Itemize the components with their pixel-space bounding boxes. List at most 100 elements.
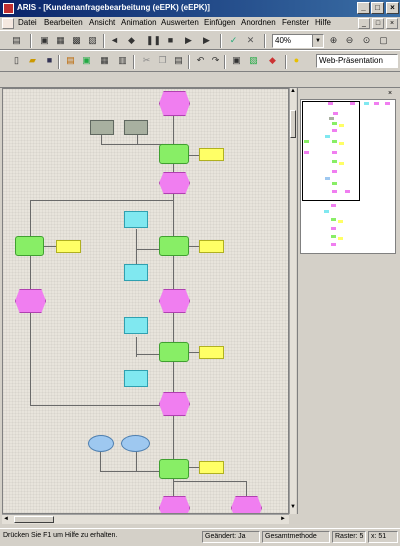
cancel-icon[interactable]: ✕ (244, 34, 257, 47)
org-unit-node[interactable] (199, 148, 224, 161)
animate-icon[interactable]: ◆ (125, 34, 138, 47)
vertical-scroll-thumb[interactable] (290, 110, 296, 138)
menu-anordnen[interactable]: Anordnen (241, 18, 276, 27)
menu-einfuegen[interactable]: Einfügen (204, 18, 236, 27)
scroll-down-icon[interactable]: ▼ (290, 504, 296, 510)
overview-pane: × (297, 88, 400, 514)
event-node[interactable] (159, 392, 190, 416)
menu-hilfe[interactable]: Hilfe (315, 18, 331, 27)
properties-icon[interactable]: ▤ (10, 34, 23, 47)
menu-datei[interactable]: Datei (18, 18, 37, 27)
scroll-right-icon[interactable]: ► (280, 516, 286, 522)
chevron-down-icon[interactable]: ▼ (312, 35, 323, 47)
status-coordinate: x: 51 (368, 531, 398, 543)
function-node[interactable] (159, 342, 189, 362)
title-bar[interactable]: ARIS - [Kundenanfragebearbeitung (eEPK) … (0, 0, 400, 17)
explorer-icon[interactable]: ▤ (64, 54, 77, 67)
play-icon[interactable]: ▶ (182, 34, 195, 47)
vertical-scrollbar[interactable]: ▲ ▼ (289, 88, 296, 514)
animate-back-icon[interactable]: ◄ (108, 34, 121, 47)
menu-bearbeiten[interactable]: Bearbeiten (44, 18, 83, 27)
info-object-node[interactable] (124, 211, 148, 228)
system-node[interactable] (90, 120, 114, 135)
event-node[interactable] (231, 496, 262, 513)
horizontal-scroll-thumb[interactable] (14, 516, 54, 523)
zoom-fit-icon[interactable]: ⊙ (360, 34, 373, 47)
model-icon[interactable]: ▣ (38, 34, 51, 47)
org-unit-node[interactable] (199, 346, 224, 359)
pause-icon[interactable]: ❚❚ (146, 34, 161, 47)
event-node[interactable] (15, 289, 46, 313)
print-icon[interactable]: ▦ (98, 54, 111, 67)
redo-icon[interactable]: ↷ (209, 54, 222, 67)
open-model-icon[interactable]: ▦ (54, 34, 67, 47)
step-icon[interactable]: ▶ (200, 34, 213, 47)
ellipse-node[interactable] (88, 435, 114, 452)
spell-icon[interactable]: ▥ (116, 54, 129, 67)
info-object-node[interactable] (124, 370, 148, 387)
print-preview-icon[interactable]: ▣ (80, 54, 93, 67)
doc-minimize-button[interactable]: _ (358, 18, 370, 29)
menu-fenster[interactable]: Fenster (282, 18, 309, 27)
overview-viewport[interactable] (302, 101, 360, 201)
copy-icon[interactable]: ❐ (156, 54, 169, 67)
zoom-in-icon[interactable]: ⊕ (327, 34, 340, 47)
aris-app-icon[interactable] (3, 3, 14, 14)
cut-icon[interactable]: ✂ (140, 54, 153, 67)
zoom-select[interactable]: 40% ▼ (272, 34, 324, 48)
overview-close-icon[interactable]: × (388, 90, 392, 97)
menu-auswerten[interactable]: Auswerten (161, 18, 199, 27)
menu-ansicht[interactable]: Ansicht (89, 18, 115, 27)
org-unit-node[interactable] (56, 240, 81, 253)
toolbar-animation: ▤ ▣ ▦ ▩ ▧ ◄ ◆ ❚❚ ■ ▶ ▶ ✓ ✕ 40% ▼ ⊕ ⊖ ⊙ ▢ (0, 30, 400, 50)
event-node[interactable] (159, 172, 190, 194)
info-object-node[interactable] (124, 317, 148, 334)
new-icon[interactable]: ▯ (10, 54, 23, 67)
ellipse-node[interactable] (121, 435, 150, 452)
stop-icon[interactable]: ■ (164, 34, 177, 47)
open-icon[interactable]: ▰ (26, 54, 39, 67)
function-node[interactable] (15, 236, 44, 256)
paste-icon[interactable]: ▤ (172, 54, 185, 67)
function-node[interactable] (159, 459, 189, 479)
model-properties-icon[interactable]: ▣ (230, 54, 243, 67)
undo-icon[interactable]: ↶ (194, 54, 207, 67)
zoom-out-icon[interactable]: ⊖ (343, 34, 356, 47)
object-icon[interactable]: ▧ (247, 54, 260, 67)
doc-restore-button[interactable]: □ (372, 18, 384, 29)
scroll-left-icon[interactable]: ◄ (3, 516, 9, 522)
web-presentation-field[interactable]: Web-Präsentation (316, 54, 398, 68)
doc-close-button[interactable]: × (386, 18, 398, 29)
close-button[interactable]: × (386, 2, 399, 14)
toolbar-empty-strip (0, 72, 400, 88)
zoom-page-icon[interactable]: ▢ (377, 34, 390, 47)
lightbulb-icon[interactable]: ● (290, 54, 303, 67)
layout-icon[interactable]: ▧ (86, 34, 99, 47)
scroll-up-icon[interactable]: ▲ (290, 88, 296, 94)
window-title: ARIS - [Kundenanfragebearbeitung (eEPK) … (17, 3, 210, 12)
event-node[interactable] (159, 289, 190, 313)
event-node[interactable] (159, 496, 190, 513)
document-icon[interactable] (2, 18, 14, 29)
status-grid: Raster: 5 (332, 531, 366, 543)
check-icon[interactable]: ✓ (227, 34, 240, 47)
system-node[interactable] (124, 120, 148, 135)
org-unit-node[interactable] (199, 240, 224, 253)
overview-map[interactable] (300, 99, 396, 254)
zoom-value: 40% (275, 36, 292, 45)
model-canvas[interactable] (2, 88, 289, 514)
function-node[interactable] (159, 144, 189, 164)
color-icon[interactable]: ◆ (266, 54, 279, 67)
function-node[interactable] (159, 236, 189, 256)
menu-animation[interactable]: Animation (121, 18, 157, 27)
info-object-node[interactable] (124, 264, 148, 281)
org-unit-node[interactable] (199, 461, 224, 474)
grid-icon[interactable]: ▩ (70, 34, 83, 47)
minimize-button[interactable]: _ (357, 2, 370, 14)
menu-bar: Datei Bearbeiten Ansicht Animation Auswe… (0, 17, 400, 30)
horizontal-scrollbar[interactable]: ◄ ► (2, 514, 289, 524)
maximize-button[interactable]: □ (371, 2, 384, 14)
status-changed: Geändert: Ja (202, 531, 260, 543)
event-node[interactable] (159, 91, 190, 116)
save-icon[interactable]: ■ (43, 54, 56, 67)
